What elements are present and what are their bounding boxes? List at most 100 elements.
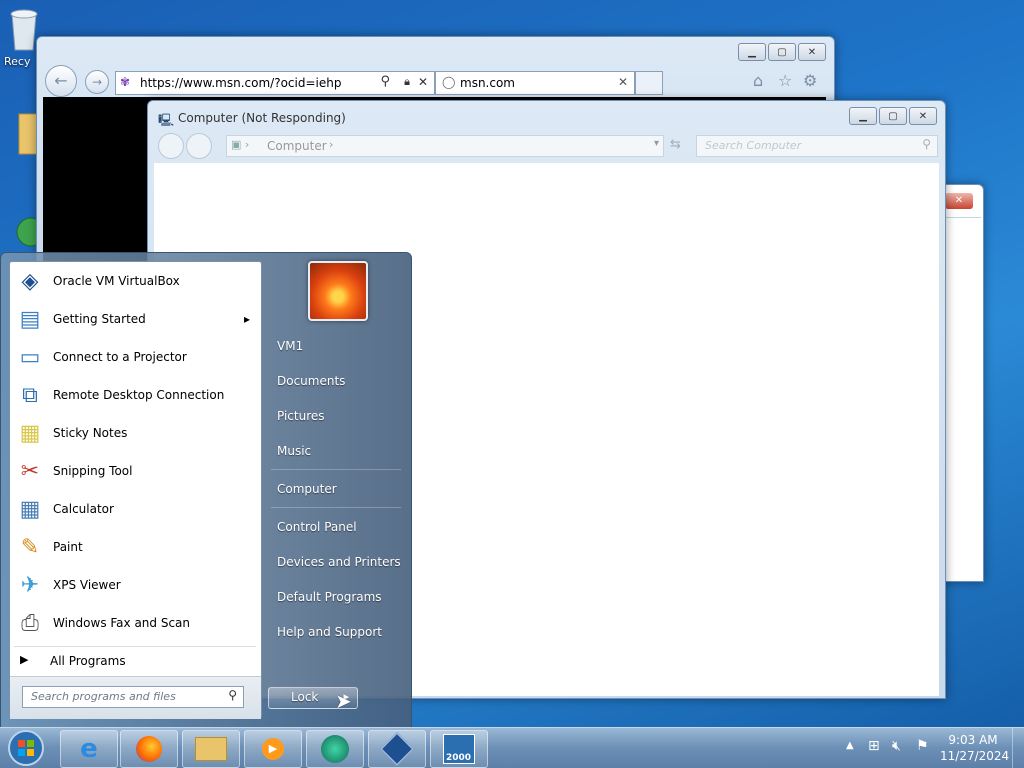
tools-gear-icon[interactable]: ⚙ xyxy=(803,71,817,90)
start-link-computer[interactable]: Computer xyxy=(277,482,337,496)
back-button[interactable] xyxy=(158,133,184,159)
program-label: Windows Fax and Scan xyxy=(53,616,191,630)
program-label: Paint xyxy=(53,540,83,554)
vm-badge-label: 2000 xyxy=(446,753,472,763)
taskbar-virtualbox[interactable] xyxy=(368,730,426,768)
program-item-remote-desktop-connection[interactable]: ⧉ Remote Desktop Connection xyxy=(10,376,260,414)
taskbar-firefox[interactable] xyxy=(120,730,178,768)
program-item-paint[interactable]: ✎ Paint xyxy=(10,528,260,566)
program-label: Sticky Notes xyxy=(53,426,128,440)
home-icon[interactable]: ⌂ xyxy=(753,71,763,90)
maximize-button[interactable]: ▢ xyxy=(879,107,907,125)
start-link-help-and-support[interactable]: Help and Support xyxy=(277,625,382,639)
start-link-documents[interactable]: Documents xyxy=(277,374,345,388)
right-divider-1 xyxy=(271,469,401,470)
close-button[interactable]: ✕ xyxy=(945,193,973,209)
start-button[interactable] xyxy=(4,728,48,768)
program-label: Oracle VM VirtualBox xyxy=(53,274,180,288)
refresh-icon[interactable]: ⇆ xyxy=(670,137,681,152)
arrow-right-icon: ▶ xyxy=(20,653,29,666)
taskbar-app[interactable] xyxy=(306,730,364,768)
minimize-button[interactable]: ▁ xyxy=(738,43,766,61)
explorer-caption-buttons: ▁ ▢ ✕ xyxy=(847,107,937,125)
taskbar-vm-2000[interactable]: 2000 xyxy=(430,730,488,768)
search-icon: ⚲ xyxy=(922,137,931,151)
computer-icon: 🖳︎ xyxy=(158,113,175,127)
clock[interactable]: 9:03 AM 11/27/2024 xyxy=(940,732,1009,764)
program-item-windows-fax-and-scan[interactable]: ⎙ Windows Fax and Scan xyxy=(10,604,260,642)
minimize-button[interactable]: ▁ xyxy=(849,107,877,125)
user-picture[interactable] xyxy=(308,261,368,321)
breadcrumb-computer[interactable]: Computer xyxy=(267,139,327,153)
tab-msn[interactable]: ◯ msn.com ✕ xyxy=(435,71,635,95)
window-divider xyxy=(945,217,981,218)
globe-icon xyxy=(16,217,46,247)
forward-arrow-icon: → xyxy=(91,75,103,89)
submenu-arrow-icon: ▸ xyxy=(243,312,250,326)
action-center-flag-icon[interactable]: ⚑ xyxy=(916,738,929,754)
vm-2000-icon: 2000 xyxy=(443,734,475,764)
close-button[interactable]: ✕ xyxy=(909,107,937,125)
all-programs-button[interactable]: ▶ All Programs xyxy=(10,650,260,674)
start-link-vm1[interactable]: VM1 xyxy=(277,339,303,353)
program-label: Calculator xyxy=(53,502,114,516)
forward-button[interactable] xyxy=(186,133,212,159)
taskbar-media-player[interactable]: ▶ xyxy=(244,730,302,768)
start-left-pane: ◈ Oracle VM VirtualBox ▤ Getting Started ▸ ▭ C… xyxy=(9,261,262,719)
new-tab-button[interactable] xyxy=(635,71,663,95)
show-desktop-button[interactable] xyxy=(1012,728,1024,768)
search-icon[interactable]: ⚲ xyxy=(380,74,390,89)
programs-divider xyxy=(14,646,256,647)
network-icon[interactable]: ⊞ xyxy=(868,738,880,754)
program-item-oracle-vm-virtualbox[interactable]: ◈ Oracle VM VirtualBox xyxy=(10,262,260,300)
volume-muted-icon[interactable]: 🔇︎ xyxy=(892,738,901,754)
loading-icon: ◯ xyxy=(442,75,456,89)
media-player-icon: ▶ xyxy=(262,738,284,760)
start-link-control-panel[interactable]: Control Panel xyxy=(277,520,357,534)
mouse-cursor-icon: ➤ xyxy=(335,689,352,713)
tab-close-icon[interactable]: ✕ xyxy=(618,75,628,89)
address-bar[interactable]: ✾ https://www.msn.com/?ocid=iehp ⚲ 🔒︎ ✕ xyxy=(115,71,435,95)
search-box[interactable]: Search Computer ⚲ xyxy=(696,135,938,157)
stop-icon[interactable]: ✕ xyxy=(418,75,428,89)
maximize-button[interactable]: ▢ xyxy=(768,43,796,61)
lock-icon: 🔒︎ xyxy=(404,75,410,88)
close-button[interactable]: ✕ xyxy=(798,43,826,61)
msn-favicon: ✾ xyxy=(120,75,131,89)
program-label: Connect to a Projector xyxy=(53,350,187,364)
remote-desktop-icon: ⧉ xyxy=(22,382,38,408)
program-label: Getting Started xyxy=(53,312,146,326)
snipping-tool-icon: ✂ xyxy=(20,458,40,484)
program-label: XPS Viewer xyxy=(53,578,121,592)
desktop-icon-network[interactable] xyxy=(14,215,46,252)
background-window: ✕ xyxy=(940,184,984,582)
program-item-sticky-notes[interactable]: ▦ Sticky Notes xyxy=(10,414,260,452)
show-hidden-icons[interactable]: ▲ xyxy=(846,740,854,751)
forward-button[interactable]: → xyxy=(85,70,109,94)
start-link-devices-and-printers[interactable]: Devices and Printers xyxy=(277,555,401,569)
taskbar-ie[interactable]: e xyxy=(60,730,118,768)
breadcrumb-chevron-icon: › xyxy=(329,138,334,151)
start-link-pictures[interactable]: Pictures xyxy=(277,409,325,423)
program-item-xps-viewer[interactable]: ✈ XPS Viewer xyxy=(10,566,260,604)
program-item-connect-to-a-projector[interactable]: ▭ Connect to a Projector xyxy=(10,338,260,376)
xps-viewer-icon: ✈ xyxy=(20,572,40,598)
dropdown-arrow-icon[interactable]: ▾ xyxy=(654,138,659,149)
program-item-calculator[interactable]: ▦ Calculator xyxy=(10,490,260,528)
start-menu: ◈ Oracle VM VirtualBox ▤ Getting Started ▸ ▭ C… xyxy=(0,252,412,730)
internet-explorer-icon: e xyxy=(80,734,98,764)
app-icon xyxy=(321,735,349,763)
search-placeholder: Search programs and files xyxy=(31,690,176,703)
taskbar-explorer[interactable] xyxy=(182,730,240,768)
start-search-input[interactable]: Search programs and files ⚲ xyxy=(22,686,244,708)
start-link-music[interactable]: Music xyxy=(277,444,311,458)
program-item-snipping-tool[interactable]: ✂ Snipping Tool xyxy=(10,452,260,490)
program-item-getting-started[interactable]: ▤ Getting Started ▸ xyxy=(10,300,260,338)
virtualbox-icon: ◈ xyxy=(21,268,39,294)
start-link-default-programs[interactable]: Default Programs xyxy=(277,590,382,604)
projector-icon: ▭ xyxy=(19,344,41,370)
back-button[interactable]: ← xyxy=(45,65,77,97)
favorites-star-icon[interactable]: ☆ xyxy=(778,71,792,90)
search-placeholder: Search Computer xyxy=(705,139,802,152)
breadcrumb[interactable]: ▣ › Computer › ▾ xyxy=(226,135,664,157)
